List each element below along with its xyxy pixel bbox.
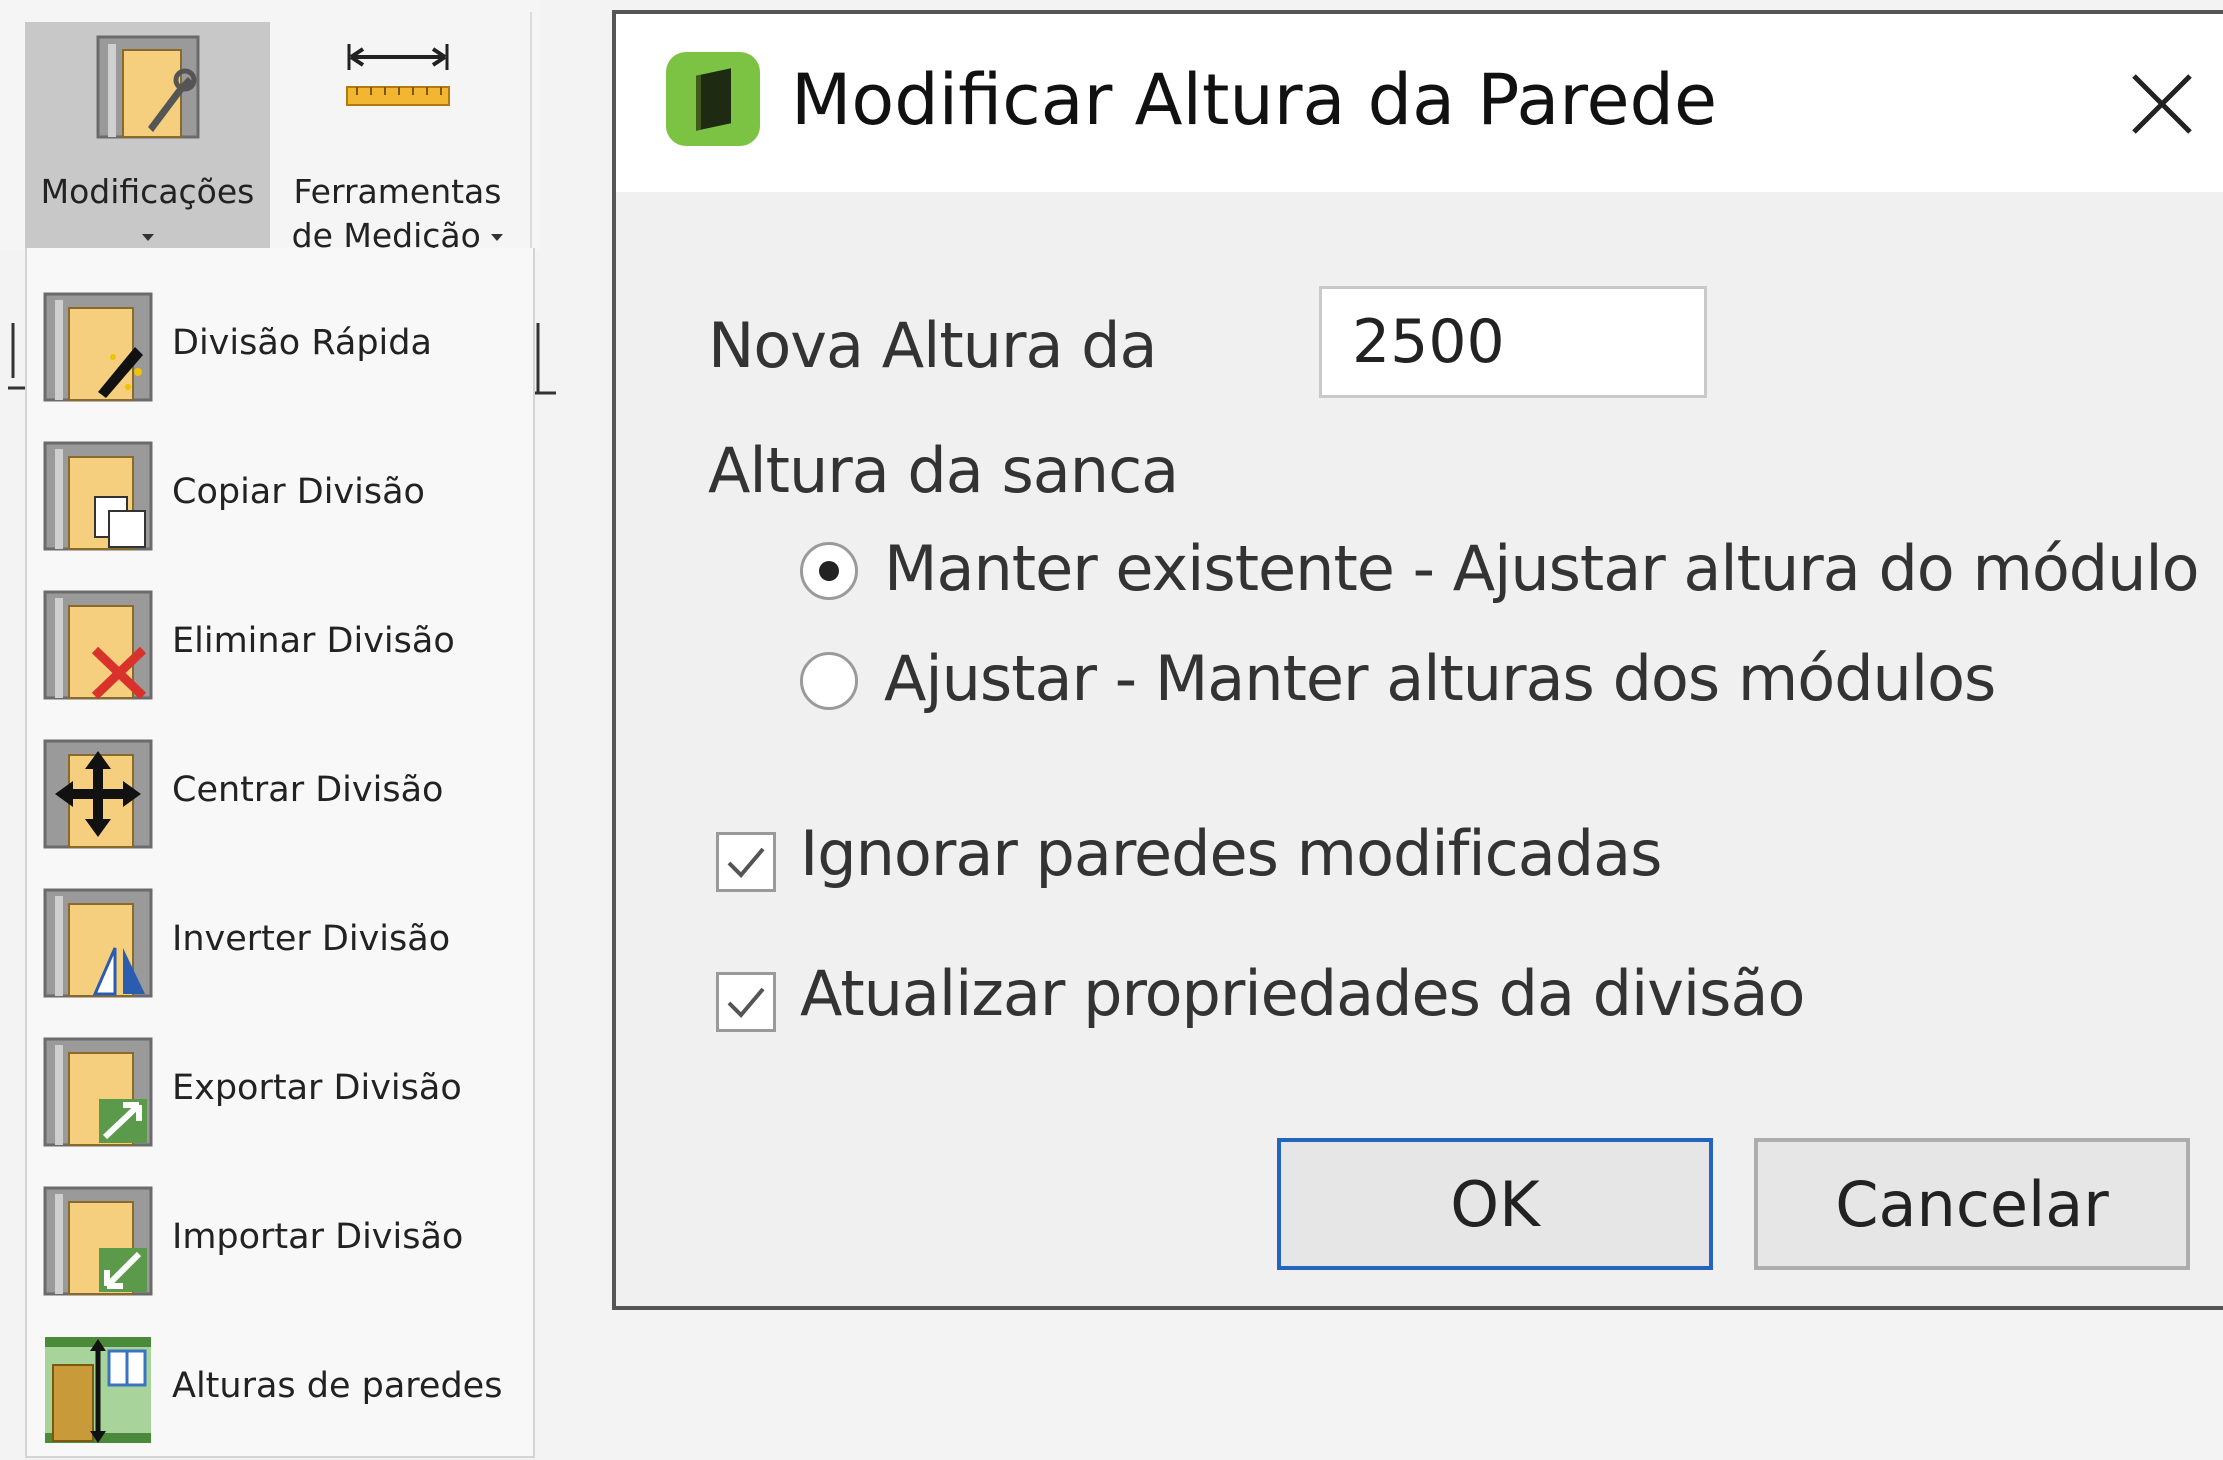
- import-division-icon: [43, 1186, 153, 1296]
- menu-item-label: Centrar Divisão: [172, 770, 444, 810]
- altura-sanca-label: Altura da sanca: [708, 434, 1179, 507]
- menu-item-inverter-divisao[interactable]: Inverter Divisão: [27, 864, 533, 1013]
- modificacoes-button[interactable]: Modificações: [25, 22, 270, 248]
- menu-item-divisao-rapida[interactable]: Divisão Rápida: [27, 268, 533, 417]
- menu-item-alturas-de-paredes[interactable]: Alturas de paredes: [27, 1311, 533, 1460]
- modificacoes-label: Modificações: [40, 172, 255, 211]
- modificacoes-dropdown-menu: Divisão Rápida Copiar Divisão Eliminar D…: [25, 248, 535, 1458]
- delete-division-icon: [43, 590, 153, 700]
- menu-item-eliminar-divisao[interactable]: Eliminar Divisão: [27, 566, 533, 715]
- menu-item-label: Exportar Divisão: [172, 1068, 462, 1108]
- checkbox-ignorar-paredes-label[interactable]: Ignorar paredes modificadas: [800, 817, 1662, 890]
- menu-item-importar-divisao[interactable]: Importar Divisão: [27, 1162, 533, 1311]
- ferramentas-medicao-button[interactable]: Ferramentas de Medição: [275, 22, 520, 255]
- radio-selected-dot: [819, 561, 839, 581]
- quick-division-icon: [43, 292, 153, 402]
- mirror-division-icon: [43, 888, 153, 998]
- ferramentas-label-line1: Ferramentas: [293, 172, 502, 211]
- chevron-down-icon: [491, 234, 504, 241]
- radio-manter-existente-label[interactable]: Manter existente - Ajustar altura do mód…: [884, 532, 2200, 605]
- center-division-icon: [43, 739, 153, 849]
- menu-item-label: Divisão Rápida: [172, 323, 432, 363]
- modificar-altura-dialog: Modificar Altura da Parede Nova Altura d…: [612, 10, 2223, 1310]
- radio-manter-existente[interactable]: [800, 542, 858, 600]
- menu-item-label: Copiar Divisão: [172, 472, 425, 512]
- menu-item-label: Eliminar Divisão: [172, 621, 455, 661]
- checkbox-atualizar-propriedades[interactable]: [716, 972, 776, 1032]
- ribbon: Modificações Ferramentas de Medição: [0, 0, 540, 255]
- wall-heights-icon: [45, 1337, 151, 1443]
- menu-item-label: Importar Divisão: [172, 1217, 464, 1257]
- dialog-titlebar: Modificar Altura da Parede: [616, 14, 2223, 192]
- copy-division-icon: [43, 441, 153, 551]
- menu-item-centrar-divisao[interactable]: Centrar Divisão: [27, 715, 533, 864]
- menu-item-exportar-divisao[interactable]: Exportar Divisão: [27, 1013, 533, 1162]
- chevron-down-icon: [141, 234, 154, 241]
- app-icon: [666, 52, 760, 146]
- wall-wrench-icon: [96, 35, 199, 139]
- checkmark-icon: [727, 847, 765, 878]
- menu-item-label: Alturas de paredes: [172, 1366, 503, 1406]
- nova-altura-label: Nova Altura da: [708, 309, 1157, 382]
- checkmark-icon: [727, 987, 765, 1018]
- menu-item-label: Inverter Divisão: [172, 919, 451, 959]
- close-icon[interactable]: [2124, 66, 2200, 142]
- measuring-tape-icon: [345, 44, 450, 106]
- radio-ajustar-label[interactable]: Ajustar - Manter alturas dos módulos: [884, 642, 1996, 715]
- menu-item-copiar-divisao[interactable]: Copiar Divisão: [27, 417, 533, 566]
- cancel-button[interactable]: Cancelar: [1754, 1138, 2190, 1270]
- ribbon-separator: [530, 12, 532, 252]
- nova-altura-input[interactable]: [1319, 286, 1707, 398]
- checkbox-ignorar-paredes[interactable]: [716, 832, 776, 892]
- checkbox-atualizar-propriedades-label[interactable]: Atualizar propriedades da divisão: [800, 957, 1805, 1030]
- dialog-title: Modificar Altura da Parede: [791, 59, 1718, 141]
- export-division-icon: [43, 1037, 153, 1147]
- radio-ajustar[interactable]: [800, 652, 858, 710]
- ok-button[interactable]: OK: [1277, 1138, 1713, 1270]
